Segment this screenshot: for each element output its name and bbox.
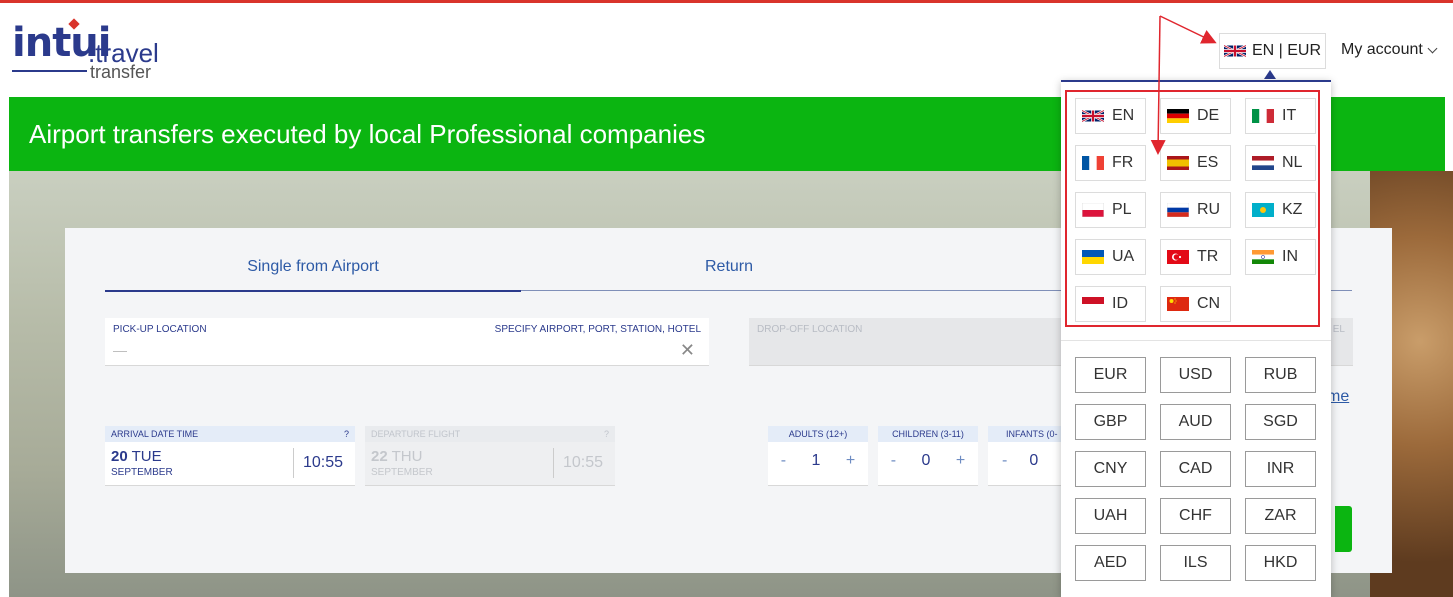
infants-minus-button[interactable]: -	[1002, 452, 1007, 470]
tab-single-from-airport[interactable]: Single from Airport	[105, 258, 521, 276]
logo-transfer: transfer	[90, 62, 152, 82]
banner-title: Airport transfers executed by local Prof…	[29, 119, 706, 149]
arrival-day-num: 20	[111, 448, 128, 465]
uk-flag-icon	[1223, 44, 1246, 58]
dropoff-hint: EL	[1332, 324, 1345, 335]
adults-minus-button[interactable]: -	[781, 452, 786, 470]
departure-help-icon[interactable]: ?	[604, 429, 609, 439]
dropdown-caret	[1264, 70, 1276, 79]
children-minus-button[interactable]: -	[891, 452, 896, 470]
annotation-highlight-box	[1065, 90, 1320, 327]
departure-day-num: 22	[371, 448, 388, 465]
pickup-location-field[interactable]: PICK-UP LOCATION SPECIFY AIRPORT, PORT, …	[105, 318, 709, 366]
my-account-label: My account	[1341, 41, 1423, 58]
currency-option[interactable]: INR	[1245, 451, 1316, 487]
children-value: 0	[921, 452, 931, 469]
children-stepper: CHILDREN (3-11) - 0 +	[878, 426, 978, 486]
currency-option[interactable]: AED	[1075, 545, 1146, 581]
currency-option[interactable]: RUB	[1245, 357, 1316, 393]
departure-day: 22 THU	[371, 448, 422, 465]
currency-option[interactable]: HKD	[1245, 545, 1316, 581]
top-accent-bar	[0, 0, 1453, 3]
chevron-down-icon	[1427, 43, 1438, 53]
pickup-hint: SPECIFY AIRPORT, PORT, STATION, HOTEL	[494, 324, 701, 335]
adults-plus-button[interactable]: +	[846, 452, 855, 470]
clear-icon[interactable]: ✕	[680, 340, 695, 361]
logo-underline	[12, 70, 87, 72]
currency-option[interactable]: AUD	[1160, 404, 1231, 440]
search-button[interactable]	[1335, 506, 1352, 552]
adults-stepper: ADULTS (12+) - 1 +	[768, 426, 868, 486]
arrival-divider	[293, 448, 294, 478]
dropdown-divider	[1061, 340, 1331, 341]
arrival-label: ARRIVAL DATE TIME	[111, 429, 199, 439]
tab-active-indicator	[105, 290, 521, 292]
departure-header: DEPARTURE FLIGHT ?	[365, 426, 615, 442]
arrival-day: 20 TUE	[111, 448, 162, 465]
departure-datetime-field[interactable]: DEPARTURE FLIGHT ? 22 THU SEPTEMBER 10:5…	[365, 426, 615, 486]
departure-time[interactable]: 10:55	[563, 454, 603, 472]
departure-divider	[553, 448, 554, 478]
arrival-datetime-field[interactable]: ARRIVAL DATE TIME ? 20 TUE SEPTEMBER 10:…	[105, 426, 355, 486]
arrival-header: ARRIVAL DATE TIME ?	[105, 426, 355, 442]
arrival-time[interactable]: 10:55	[303, 454, 343, 472]
currency-option[interactable]: EUR	[1075, 357, 1146, 393]
adults-label: ADULTS (12+)	[768, 426, 868, 442]
arrival-help-icon[interactable]: ?	[344, 429, 349, 439]
currency-option[interactable]: SGD	[1245, 404, 1316, 440]
logo[interactable]: intui .travel transfer	[12, 18, 172, 84]
departure-weekday: THU	[391, 448, 423, 465]
pickup-placeholder: —	[113, 342, 127, 358]
currency-option[interactable]: USD	[1160, 357, 1231, 393]
tab-return[interactable]: Return	[521, 258, 937, 276]
currency-option[interactable]: CHF	[1160, 498, 1231, 534]
language-currency-button[interactable]: EN | EUR	[1219, 33, 1326, 69]
currency-option[interactable]: ILS	[1160, 545, 1231, 581]
departure-label: DEPARTURE FLIGHT	[371, 429, 461, 439]
currency-option[interactable]: CNY	[1075, 451, 1146, 487]
arrival-weekday: TUE	[131, 448, 162, 465]
currency-option[interactable]: UAH	[1075, 498, 1146, 534]
currency-option[interactable]: CAD	[1160, 451, 1231, 487]
currency-option[interactable]: ZAR	[1245, 498, 1316, 534]
departure-month: SEPTEMBER	[371, 467, 433, 478]
dropoff-label: DROP-OFF LOCATION	[757, 324, 863, 335]
adults-value: 1	[811, 452, 821, 469]
children-plus-button[interactable]: +	[956, 452, 965, 470]
currency-option[interactable]: GBP	[1075, 404, 1146, 440]
pickup-label: PICK-UP LOCATION	[113, 324, 207, 335]
children-label: CHILDREN (3-11)	[878, 426, 978, 442]
arrival-month: SEPTEMBER	[111, 467, 173, 478]
my-account-menu[interactable]: My account	[1341, 41, 1438, 59]
infants-value: 0	[1029, 452, 1039, 469]
currency-grid: EUR USD RUB GBP AUD SGD CNY CAD INR UAH …	[1075, 357, 1316, 581]
language-currency-label: EN | EUR	[1251, 42, 1322, 59]
